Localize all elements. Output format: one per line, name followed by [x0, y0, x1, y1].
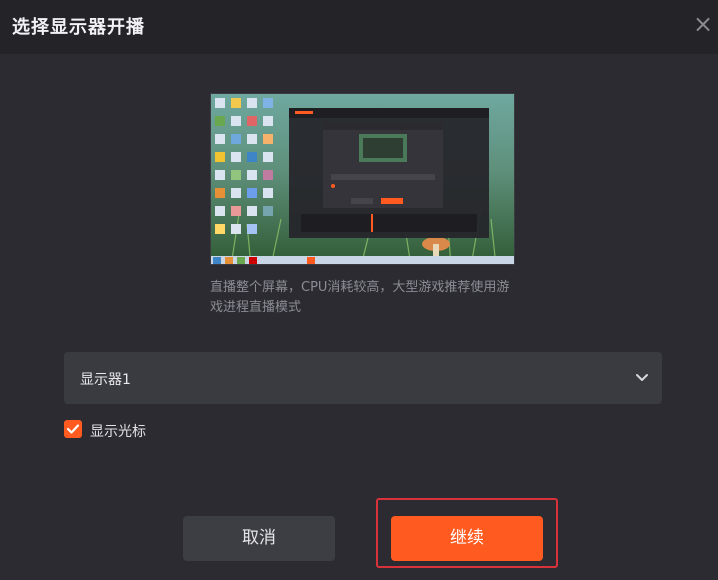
dialog-titlebar: 选择显示器开播 × [0, 0, 718, 54]
close-icon[interactable]: × [690, 11, 716, 37]
preview-description: 直播整个屏幕，CPU消耗较高，大型游戏推荐使用游戏进程直播模式 [210, 280, 510, 315]
show-cursor-checkbox[interactable] [64, 420, 82, 438]
monitor-select[interactable]: 显示器1 [64, 352, 662, 404]
dialog-title: 选择显示器开播 [12, 17, 145, 38]
cancel-button[interactable]: 取消 [183, 516, 335, 561]
continue-button-highlight [376, 498, 558, 568]
select-monitor-dialog: 选择显示器开播 × 直播整个屏幕，CPU消耗较高，大型游戏推荐使用游戏进程直播模… [0, 0, 718, 580]
screen-preview-thumbnail [210, 93, 515, 265]
chevron-down-icon [636, 374, 648, 381]
checkmark-icon [66, 424, 80, 434]
monitor-select-value: 显示器1 [80, 372, 131, 388]
show-cursor-label: 显示光标 [90, 424, 146, 440]
